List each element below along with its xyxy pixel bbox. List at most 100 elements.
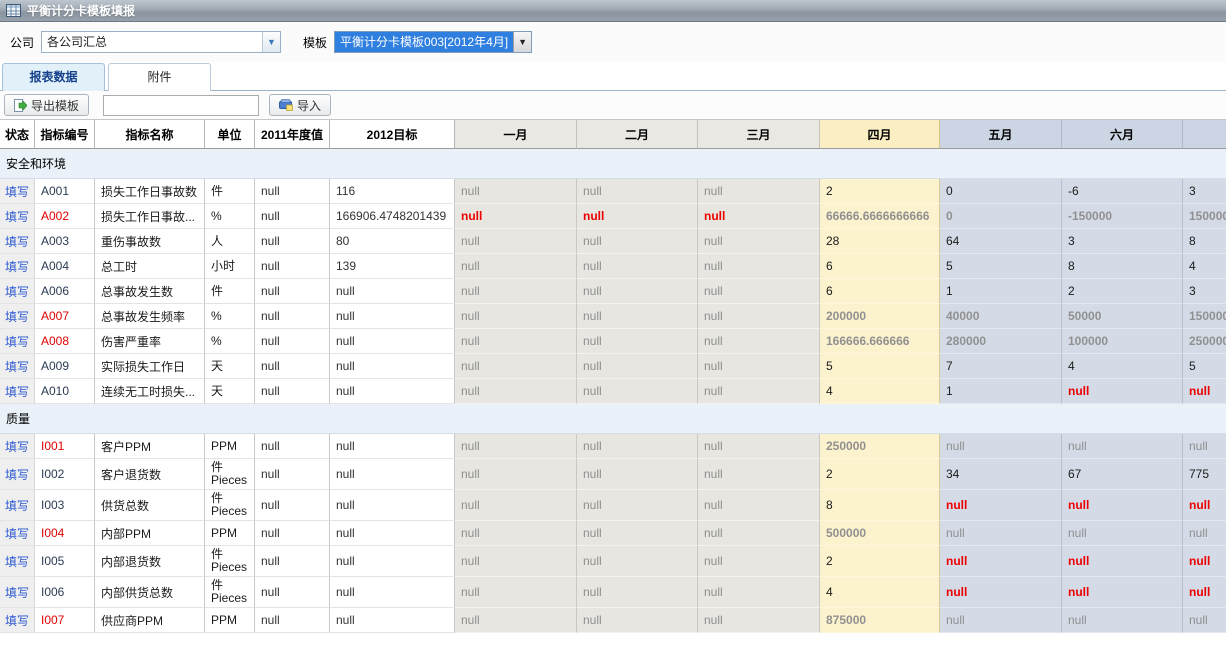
indicator-name-cell: 伤害严重率 — [95, 329, 205, 354]
indicator-name-cell: 内部供货总数 — [95, 577, 205, 608]
month-value-cell: null — [698, 577, 820, 608]
filter-bar: 公司 各公司汇总 ▼ 模板 平衡计分卡模板003[2012年4月] ▼ — [0, 22, 1226, 62]
indicator-row: 填写I006内部供货总数件Piecesnullnullnullnullnull4… — [0, 577, 1226, 608]
month-value-cell: 200000 — [820, 304, 940, 329]
month-value-cell: 0 — [940, 204, 1062, 229]
fill-link[interactable]: 填写 — [0, 204, 35, 229]
target-2012-cell: null — [330, 434, 455, 459]
month-value-cell: 2 — [1062, 279, 1183, 304]
month-value-cell: 4 — [1062, 354, 1183, 379]
indicator-name-cell: 供货总数 — [95, 490, 205, 521]
indicator-code-cell: A001 — [35, 179, 95, 204]
indicator-name-cell: 总事故发生频率 — [95, 304, 205, 329]
month-value-cell: null — [940, 521, 1062, 546]
fill-link[interactable]: 填写 — [0, 577, 35, 608]
indicator-row: 填写A010连续无工时损失...天nullnullnullnullnull41n… — [0, 379, 1226, 404]
month-value-cell: 150000 — [1183, 204, 1226, 229]
month-value-cell: null — [577, 304, 698, 329]
value-2011-cell: null — [255, 608, 330, 633]
month-value-cell: null — [1062, 577, 1183, 608]
value-2011-cell: null — [255, 354, 330, 379]
column-header: 指标名称 — [95, 120, 205, 149]
import-button-label: 导入 — [297, 97, 321, 114]
month-value-cell: 2 — [820, 179, 940, 204]
fill-link[interactable]: 填写 — [0, 254, 35, 279]
fill-link[interactable]: 填写 — [0, 279, 35, 304]
month-value-cell: null — [577, 329, 698, 354]
target-2012-cell: null — [330, 279, 455, 304]
indicator-row: 填写A003重伤事故数人null80nullnullnull286438 — [0, 229, 1226, 254]
month-value-cell: null — [1183, 521, 1226, 546]
month-value-cell: null — [1183, 379, 1226, 404]
indicator-row: 填写I007供应商PPMPPMnullnullnullnullnull87500… — [0, 608, 1226, 633]
fill-link[interactable]: 填写 — [0, 434, 35, 459]
month-value-cell: 64 — [940, 229, 1062, 254]
month-value-cell: null — [455, 521, 577, 546]
fill-link[interactable]: 填写 — [0, 608, 35, 633]
month-value-cell: null — [577, 546, 698, 577]
month-value-cell: null — [940, 490, 1062, 521]
month-value-cell: 500000 — [820, 521, 940, 546]
indicator-name-cell: 客户PPM — [95, 434, 205, 459]
unit-cell: PPM — [205, 434, 255, 459]
month-value-cell: null — [1183, 546, 1226, 577]
month-value-cell: null — [698, 354, 820, 379]
import-button[interactable]: 导入 — [269, 94, 331, 116]
month-value-cell: 5 — [1183, 354, 1226, 379]
export-template-button[interactable]: 导出模板 — [4, 94, 89, 116]
month-value-cell: null — [1183, 577, 1226, 608]
fill-link[interactable]: 填写 — [0, 490, 35, 521]
month-value-cell: 166666.666666 — [820, 329, 940, 354]
month-value-cell: null — [698, 434, 820, 459]
column-header: 一月 — [455, 120, 577, 149]
fill-link[interactable]: 填写 — [0, 304, 35, 329]
fill-link[interactable]: 填写 — [0, 179, 35, 204]
fill-link[interactable]: 填写 — [0, 379, 35, 404]
export-button-label: 导出模板 — [31, 97, 79, 114]
column-header: 六月 — [1062, 120, 1183, 149]
indicator-row: 填写I002客户退货数件Piecesnullnullnullnullnull23… — [0, 459, 1226, 490]
column-header: 状态 — [0, 120, 35, 149]
unit-cell: 件Pieces — [205, 490, 255, 521]
indicator-row: 填写I003供货总数件Piecesnullnullnullnullnull8nu… — [0, 490, 1226, 521]
tab-report-data[interactable]: 报表数据 — [2, 63, 105, 91]
value-2011-cell: null — [255, 229, 330, 254]
month-value-cell: null — [940, 577, 1062, 608]
indicator-code-cell: A008 — [35, 329, 95, 354]
month-value-cell: null — [1183, 608, 1226, 633]
file-path-input[interactable] — [103, 95, 259, 116]
tab-strip: 报表数据附件 — [0, 62, 1226, 91]
month-value-cell: 875000 — [820, 608, 940, 633]
month-value-cell: 40000 — [940, 304, 1062, 329]
month-value-cell: null — [1062, 608, 1183, 633]
company-select[interactable]: 各公司汇总 ▼ — [41, 31, 281, 53]
value-2011-cell: null — [255, 379, 330, 404]
value-2011-cell: null — [255, 179, 330, 204]
fill-link[interactable]: 填写 — [0, 329, 35, 354]
month-value-cell: null — [455, 608, 577, 633]
month-value-cell: null — [1062, 379, 1183, 404]
chevron-down-icon[interactable]: ▼ — [262, 32, 280, 52]
tab-attachments[interactable]: 附件 — [108, 63, 211, 91]
unit-cell: 天 — [205, 379, 255, 404]
month-value-cell: 8 — [820, 490, 940, 521]
template-select[interactable]: 平衡计分卡模板003[2012年4月] ▼ — [334, 31, 532, 53]
fill-link[interactable]: 填写 — [0, 229, 35, 254]
month-value-cell: 100000 — [1062, 329, 1183, 354]
fill-link[interactable]: 填写 — [0, 546, 35, 577]
indicator-code-cell: I005 — [35, 546, 95, 577]
month-value-cell: null — [940, 434, 1062, 459]
fill-link[interactable]: 填写 — [0, 521, 35, 546]
fill-link[interactable]: 填写 — [0, 354, 35, 379]
indicator-code-cell: I006 — [35, 577, 95, 608]
value-2011-cell: null — [255, 490, 330, 521]
scorecard-table: 状态指标编号指标名称单位2011年度值2012目标一月二月三月四月五月六月 安全… — [0, 119, 1226, 633]
template-label: 模板 — [303, 34, 327, 51]
indicator-name-cell: 重伤事故数 — [95, 229, 205, 254]
target-2012-cell: null — [330, 608, 455, 633]
indicator-code-cell: I001 — [35, 434, 95, 459]
month-value-cell: null — [698, 279, 820, 304]
month-value-cell: null — [455, 379, 577, 404]
fill-link[interactable]: 填写 — [0, 459, 35, 490]
chevron-down-icon[interactable]: ▼ — [513, 32, 531, 52]
